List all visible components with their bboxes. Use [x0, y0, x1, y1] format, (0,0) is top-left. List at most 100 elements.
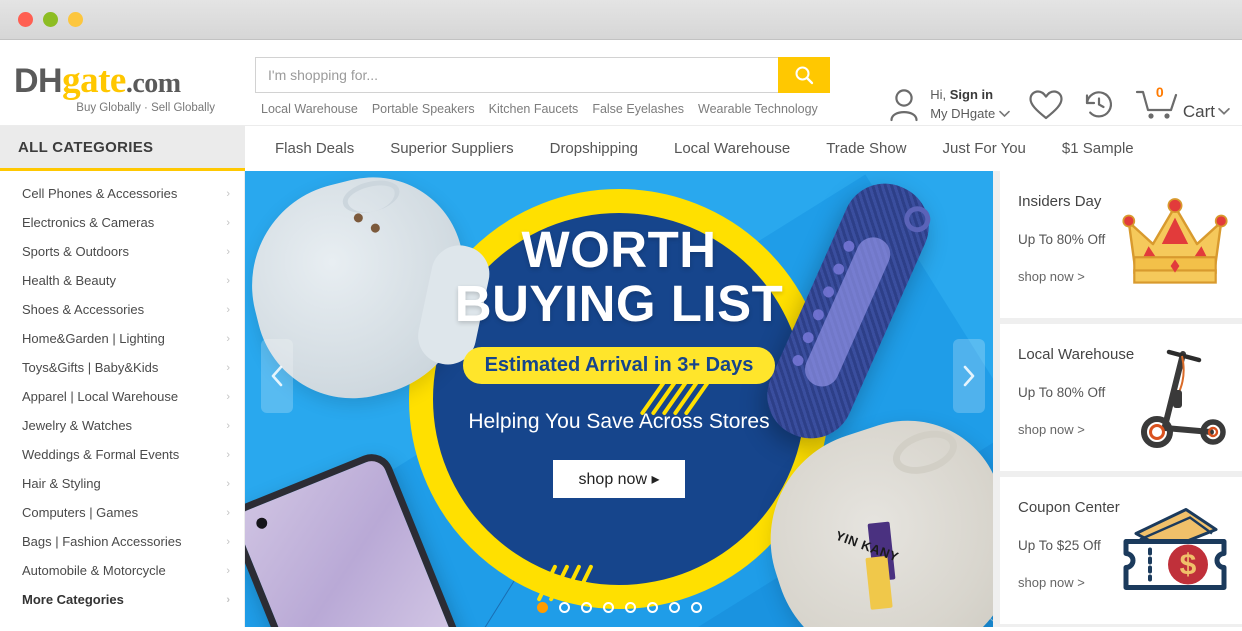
logo-part-com: .com: [125, 68, 181, 99]
browsing-history-button[interactable]: [1082, 89, 1116, 121]
sidebar-item-label: Home&Garden | Lighting: [22, 331, 165, 346]
carousel-dot[interactable]: [668, 602, 680, 613]
sidebar-item-label: Sports & Outdoors: [22, 244, 129, 259]
page-body: Cell Phones & Accessories › Electronics …: [0, 171, 1242, 627]
sidebar-item-hair-styling[interactable]: Hair & Styling ›: [0, 469, 244, 498]
carousel-dot[interactable]: [536, 602, 548, 613]
sidebar-item-label: Jewelry & Watches: [22, 418, 133, 433]
sidebar-item-label: Computers | Games: [22, 505, 139, 520]
suggestion-link[interactable]: Portable Speakers: [372, 102, 475, 116]
heart-icon: [1029, 90, 1063, 119]
carousel-prev-button[interactable]: [261, 339, 293, 413]
chevron-right-icon: ›: [226, 274, 230, 287]
nav-item-trade-show[interactable]: Trade Show: [826, 140, 906, 157]
chevron-right-icon: ›: [226, 303, 230, 316]
window-title-bar: [0, 0, 1242, 40]
promo-rail: Insiders Day Up To 80% Off shop now > Lo…: [993, 171, 1242, 627]
chevron-right-icon: ›: [226, 245, 230, 258]
search-suggestions: Local Warehouse Portable Speakers Kitche…: [255, 102, 830, 116]
search-input[interactable]: [255, 57, 778, 93]
window-minimize-button[interactable]: [43, 12, 58, 27]
sidebar-item-cell-phones[interactable]: Cell Phones & Accessories ›: [0, 179, 244, 208]
sidebar-item-electronics[interactable]: Electronics & Cameras ›: [0, 208, 244, 237]
sidebar-item-toys-gifts[interactable]: Toys&Gifts | Baby&Kids ›: [0, 353, 244, 382]
nav-item-local-warehouse[interactable]: Local Warehouse: [674, 140, 790, 157]
chevron-right-icon: [963, 365, 975, 387]
sidebar-item-label: Electronics & Cameras: [22, 215, 155, 230]
carousel-dot[interactable]: [646, 602, 658, 613]
sidebar-item-label: Health & Beauty: [22, 273, 116, 288]
sidebar-item-label: Weddings & Formal Events: [22, 447, 180, 462]
chevron-right-icon: ›: [226, 361, 230, 374]
cart-label: Cart: [1182, 101, 1215, 121]
nav-item-flash-deals[interactable]: Flash Deals: [275, 140, 354, 157]
chevron-right-icon: ›: [226, 390, 230, 403]
sidebar-item-jewelry[interactable]: Jewelry & Watches ›: [0, 411, 244, 440]
sidebar-item-label: Toys&Gifts | Baby&Kids: [22, 360, 159, 375]
chevron-right-icon: ›: [226, 593, 230, 606]
account-menu[interactable]: Hi, Sign in My DHgate: [887, 86, 1010, 124]
carousel-dot[interactable]: [624, 602, 636, 613]
window-close-button[interactable]: [18, 12, 33, 27]
carousel-dot[interactable]: [602, 602, 614, 613]
hero-banner[interactable]: YIN KANY WORTH BUYING LIST Estimated Arr…: [245, 171, 993, 627]
promo-card-coupon-center[interactable]: Coupon Center Up To $25 Off shop now > $: [1000, 477, 1242, 624]
carousel-next-button[interactable]: [953, 339, 985, 413]
chevron-down-icon: [999, 111, 1010, 118]
wishlist-button[interactable]: [1028, 89, 1064, 121]
sidebar-item-apparel[interactable]: Apparel | Local Warehouse ›: [0, 382, 244, 411]
sidebar-item-computers[interactable]: Computers | Games ›: [0, 498, 244, 527]
sidebar-item-label: Hair & Styling: [22, 476, 101, 491]
site-logo[interactable]: DHgate.com Buy Globally · Sell Globally: [0, 52, 255, 114]
sidebar-item-automobile[interactable]: Automobile & Motorcycle ›: [0, 556, 244, 585]
logo-part-gate: gate: [62, 60, 126, 101]
sidebar-item-label: Automobile & Motorcycle: [22, 563, 166, 578]
scooter-icon: [1141, 349, 1226, 448]
primary-nav-bar: ALL CATEGORIES Flash Deals Superior Supp…: [0, 125, 1242, 171]
chevron-right-icon: ›: [226, 564, 230, 577]
hero-shop-now-button[interactable]: shop now ▸: [552, 460, 686, 499]
sidebar-item-bags[interactable]: Bags | Fashion Accessories ›: [0, 527, 244, 556]
sidebar-item-weddings[interactable]: Weddings & Formal Events ›: [0, 440, 244, 469]
nav-item-dollar-sample[interactable]: $1 Sample: [1062, 140, 1134, 157]
suggestion-link[interactable]: Kitchen Faucets: [489, 102, 579, 116]
chevron-right-icon: ›: [226, 535, 230, 548]
sidebar-item-more-categories[interactable]: More Categories ›: [0, 585, 244, 614]
carousel-dot[interactable]: [690, 602, 702, 613]
page-root: DHgate.com Buy Globally · Sell Globally …: [0, 40, 1242, 631]
sidebar-item-health-beauty[interactable]: Health & Beauty ›: [0, 266, 244, 295]
sidebar-item-label: Shoes & Accessories: [22, 302, 145, 317]
search-button[interactable]: [778, 57, 830, 93]
sidebar-item-sports[interactable]: Sports & Outdoors ›: [0, 237, 244, 266]
all-categories-header[interactable]: ALL CATEGORIES: [0, 126, 245, 171]
sign-in-link[interactable]: Sign in: [950, 87, 993, 102]
sidebar-item-label: Cell Phones & Accessories: [22, 186, 178, 201]
suggestion-link[interactable]: False Eyelashes: [592, 102, 684, 116]
sidebar-item-home-garden[interactable]: Home&Garden | Lighting ›: [0, 324, 244, 353]
promo-card-insiders-day[interactable]: Insiders Day Up To 80% Off shop now >: [1000, 171, 1242, 318]
chevron-left-icon: [271, 365, 283, 387]
window-zoom-button[interactable]: [68, 12, 83, 27]
sidebar-item-label: Apparel | Local Warehouse: [22, 389, 179, 404]
crown-icon: [1122, 198, 1228, 284]
promo-card-local-warehouse[interactable]: Local Warehouse Up To 80% Off shop now >: [1000, 324, 1242, 471]
chevron-down-icon: [1218, 107, 1230, 115]
suggestion-link[interactable]: Wearable Technology: [698, 102, 818, 116]
chevron-right-icon: ›: [226, 448, 230, 461]
sidebar-item-shoes[interactable]: Shoes & Accessories ›: [0, 295, 244, 324]
suggestion-link[interactable]: Local Warehouse: [261, 102, 358, 116]
chevron-right-icon: ›: [226, 187, 230, 200]
nav-item-dropshipping[interactable]: Dropshipping: [550, 140, 638, 157]
coupon-icon: $: [1123, 508, 1227, 590]
nav-item-superior-suppliers[interactable]: Superior Suppliers: [390, 140, 513, 157]
sidebar-item-label: Bags | Fashion Accessories: [22, 534, 182, 549]
chevron-right-icon: ›: [226, 216, 230, 229]
carousel-dot[interactable]: [580, 602, 592, 613]
carousel-dot[interactable]: [558, 602, 570, 613]
search-icon: [795, 66, 814, 85]
chevron-right-icon: ›: [226, 419, 230, 432]
chevron-right-icon: ›: [226, 506, 230, 519]
decor-yellow-lines: [639, 371, 715, 426]
nav-item-just-for-you[interactable]: Just For You: [943, 140, 1026, 157]
cart-button[interactable]: 0 Cart: [1134, 84, 1230, 122]
